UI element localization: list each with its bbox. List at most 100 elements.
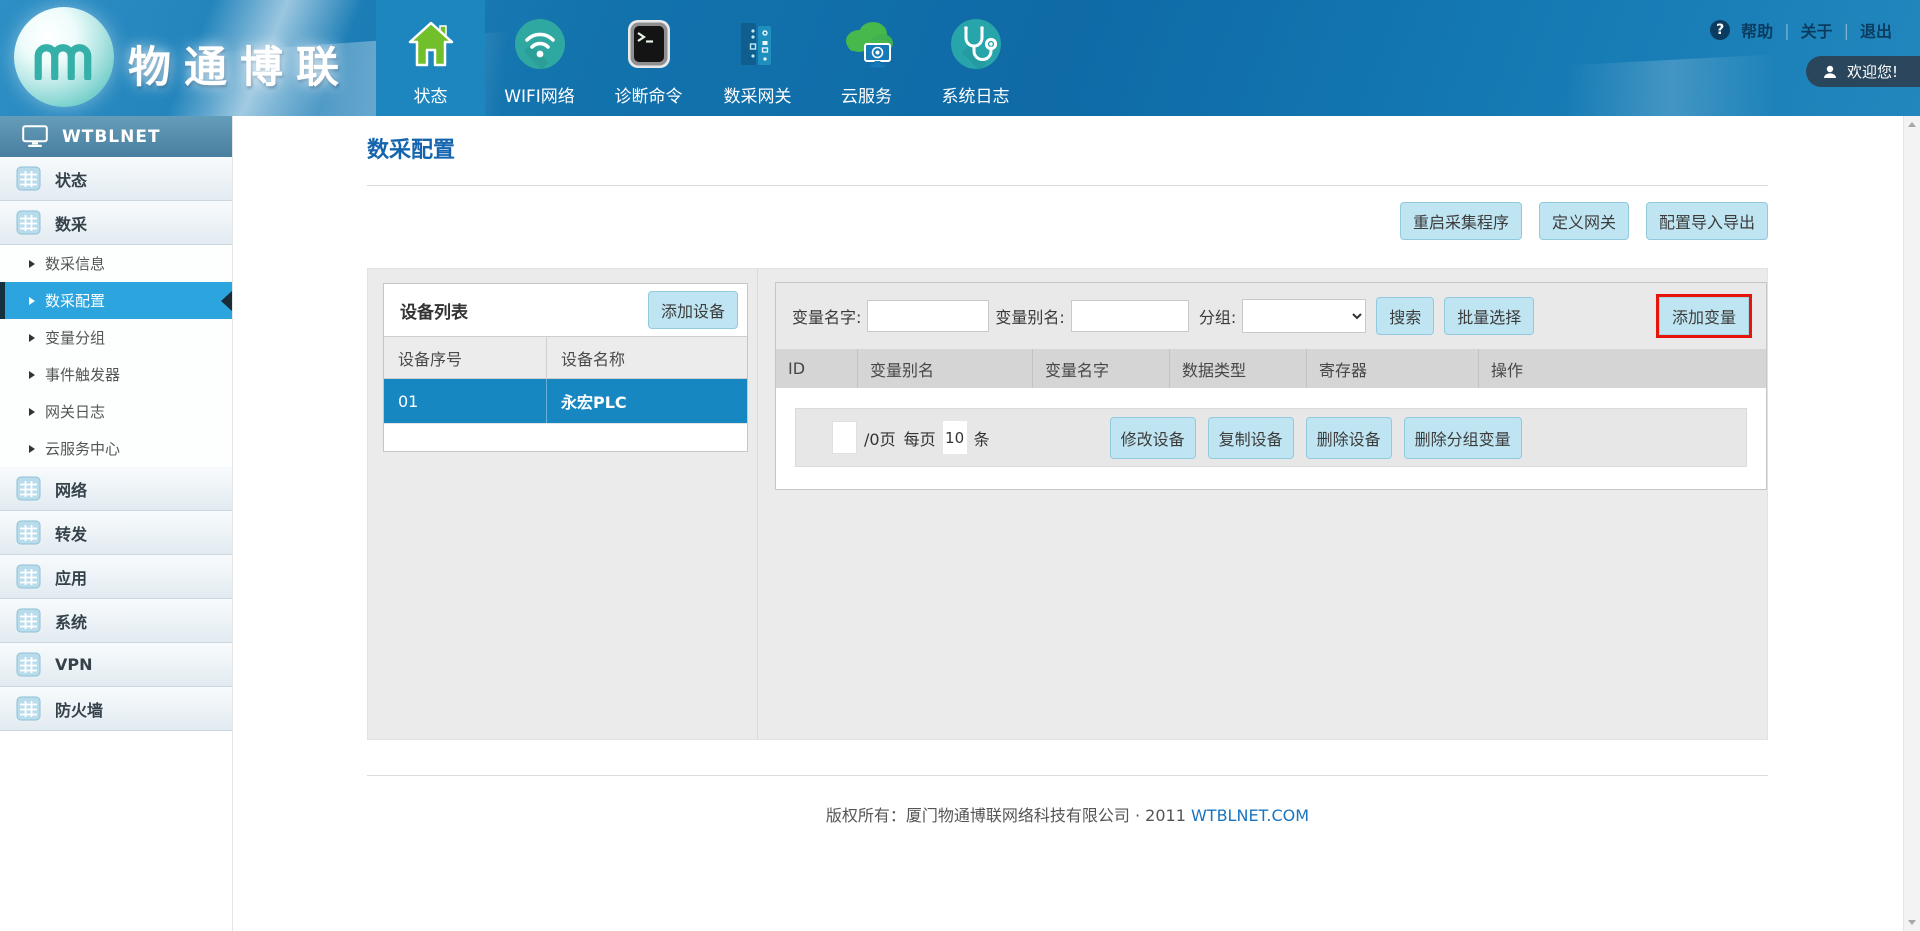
sidebar-item-label: 云服务中心 [45, 438, 120, 459]
sidebar-item-forward[interactable]: 转发 [0, 511, 232, 555]
device-row-selected[interactable]: 01 永宏PLC [384, 379, 747, 423]
nav-item-syslog[interactable]: 系统日志 [921, 0, 1030, 116]
copyright-text: 版权所有：厦门物通博联网络科技有限公司 · 2011 [826, 806, 1186, 825]
brand-logo-icon [14, 7, 114, 107]
sidebar-item-system[interactable]: 系统 [0, 599, 232, 643]
group-label: 分组: [1199, 304, 1236, 328]
modify-device-button[interactable]: 修改设备 [1110, 417, 1196, 459]
variable-filter-bar: 变量名字: 变量别名: 分组: 搜索 批量选择 添加变量 [776, 283, 1766, 349]
about-link[interactable]: 关于 [1801, 18, 1833, 42]
page-suffix: /0页 [864, 426, 896, 450]
device-table-header: 设备序号 设备名称 [384, 336, 747, 379]
grid-icon [16, 652, 41, 677]
sidebar-item-firewall[interactable]: 防火墙 [0, 687, 232, 731]
page-number-input[interactable] [832, 421, 857, 454]
nav-item-diagnostic[interactable]: 诊断命令 [594, 0, 703, 116]
user-icon [1822, 64, 1838, 80]
sidebar-item-label: 转发 [55, 521, 87, 545]
variable-name-label: 变量名字: [792, 304, 861, 328]
brand-name: 物通博联 [128, 33, 352, 95]
nav-item-wifi[interactable]: WIFI网络 [485, 0, 594, 116]
unit-label: 条 [974, 426, 990, 450]
device-panel-title: 设备列表 [400, 298, 468, 323]
sidebar-item-label: VPN [55, 655, 93, 674]
nav-item-gateway[interactable]: 数采网关 [703, 0, 812, 116]
sidebar-item-label: 数采 [55, 211, 87, 235]
delete-device-button[interactable]: 删除设备 [1306, 417, 1392, 459]
nav-item-cloud[interactable]: 云服务 [812, 0, 921, 116]
nav-item-status[interactable]: 状态 [376, 0, 485, 116]
sidebar-item-vpn[interactable]: VPN [0, 643, 232, 687]
batch-select-button[interactable]: 批量选择 [1444, 297, 1534, 335]
add-variable-button[interactable]: 添加变量 [1659, 297, 1749, 335]
panel-divider [757, 269, 758, 739]
add-device-button[interactable]: 添加设备 [648, 291, 738, 329]
scrollbar-down-icon[interactable] [1904, 914, 1920, 931]
sidebar-item-variable-group[interactable]: 变量分组 [0, 319, 232, 356]
variable-panel: 变量名字: 变量别名: 分组: 搜索 批量选择 添加变量 ID 变量别名 变量名… [775, 282, 1767, 490]
content-block: 设备列表 添加设备 设备序号 设备名称 01 永宏PLC 变量名字: 变量别名:… [367, 268, 1768, 740]
sidebar-item-collect-info[interactable]: 数采信息 [0, 245, 232, 282]
sidebar-item-label: 数采信息 [45, 253, 105, 274]
sidebar-title: WTBLNET [62, 127, 161, 147]
sidebar-item-cloud-center[interactable]: 云服务中心 [0, 430, 232, 467]
sidebar: WTBLNET 状态 数采 数采信息 数采配置 变量分组 事件触发器 网关日志 … [0, 116, 233, 931]
page-toolbar: 重启采集程序 定义网关 配置导入导出 [367, 202, 1768, 240]
sidebar-item-label: 变量分组 [45, 327, 105, 348]
sidebar-item-label: 事件触发器 [45, 364, 120, 385]
sidebar-item-network[interactable]: 网络 [0, 467, 232, 511]
scrollbar-up-icon[interactable] [1904, 116, 1920, 133]
device-no: 01 [384, 379, 546, 423]
wifi-icon [513, 13, 567, 75]
nav-label: 系统日志 [942, 82, 1010, 107]
device-col-no: 设备序号 [384, 337, 546, 378]
caret-right-icon [29, 408, 35, 416]
footer: 版权所有：厦门物通博联网络科技有限公司 · 2011 WTBLNET.COM [367, 802, 1768, 826]
search-button[interactable]: 搜索 [1376, 297, 1434, 335]
vertical-scrollbar[interactable] [1903, 116, 1920, 931]
variable-name-input[interactable] [867, 300, 989, 332]
monitor-icon [22, 125, 48, 148]
sidebar-item-application[interactable]: 应用 [0, 555, 232, 599]
delete-group-variable-button[interactable]: 删除分组变量 [1404, 417, 1522, 459]
grid-icon [16, 564, 41, 589]
sidebar-item-gateway-log[interactable]: 网关日志 [0, 393, 232, 430]
grid-icon [16, 476, 41, 501]
col-actions: 操作 [1479, 349, 1766, 388]
logout-link[interactable]: 退出 [1860, 18, 1892, 42]
config-import-export-button[interactable]: 配置导入导出 [1646, 202, 1768, 240]
divider: | [1784, 21, 1789, 40]
welcome-badge[interactable]: 欢迎您! [1806, 56, 1920, 87]
define-gateway-button[interactable]: 定义网关 [1539, 202, 1629, 240]
col-datatype: 数据类型 [1170, 349, 1307, 388]
sidebar-item-status[interactable]: 状态 [0, 157, 232, 201]
caret-right-icon [29, 371, 35, 379]
app-header: 物通博联 状态 WIFI网络 [0, 0, 1920, 116]
footer-link[interactable]: WTBLNET.COM [1191, 806, 1309, 825]
col-alias: 变量别名 [858, 349, 1033, 388]
caret-right-icon [29, 297, 35, 305]
restart-collector-button[interactable]: 重启采集程序 [1400, 202, 1522, 240]
sidebar-item-label: 网关日志 [45, 401, 105, 422]
sidebar-item-label: 数采配置 [45, 290, 105, 311]
group-select[interactable] [1242, 299, 1366, 333]
device-action-buttons: 修改设备 复制设备 删除设备 删除分组变量 [1110, 417, 1522, 459]
stethoscope-icon [949, 13, 1003, 75]
pagination-actions-bar: /0页 每页 条 修改设备 复制设备 删除设备 删除分组变量 [795, 408, 1747, 467]
home-icon [405, 13, 457, 75]
per-page-input[interactable] [943, 421, 967, 454]
add-variable-highlight: 添加变量 [1656, 294, 1752, 338]
sidebar-item-label: 防火墙 [55, 697, 103, 721]
sidebar-item-label: 系统 [55, 609, 87, 633]
sidebar-item-data-collect[interactable]: 数采 [0, 201, 232, 245]
sidebar-item-event-trigger[interactable]: 事件触发器 [0, 356, 232, 393]
device-col-name: 设备名称 [546, 337, 747, 378]
sidebar-item-collect-config[interactable]: 数采配置 [0, 282, 232, 319]
help-link[interactable]: 帮助 [1741, 18, 1773, 42]
col-register: 寄存器 [1307, 349, 1479, 388]
variable-alias-input[interactable] [1071, 300, 1189, 332]
grid-icon [16, 608, 41, 633]
copy-device-button[interactable]: 复制设备 [1208, 417, 1294, 459]
sidebar-item-label: 网络 [55, 477, 87, 501]
top-navigation: 状态 WIFI网络 [376, 0, 1030, 116]
